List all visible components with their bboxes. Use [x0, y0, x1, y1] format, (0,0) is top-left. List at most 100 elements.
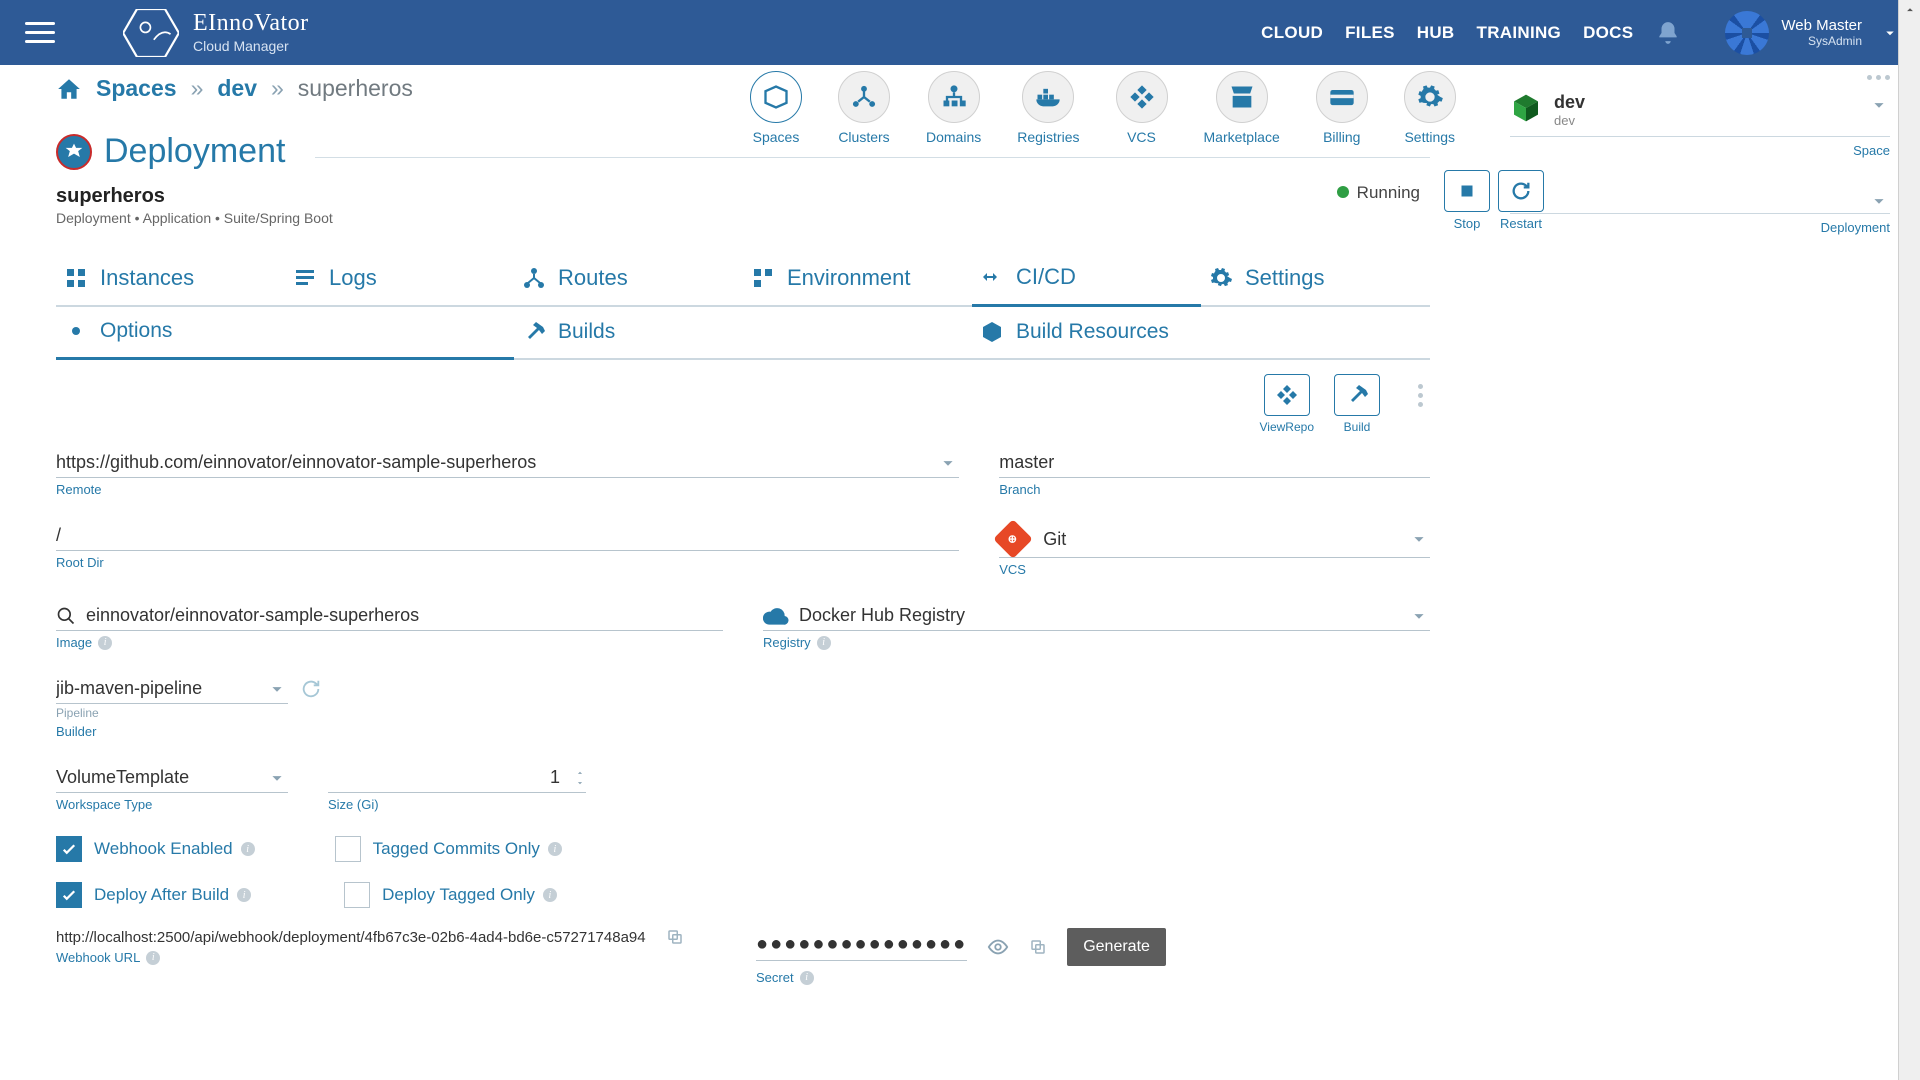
view-repo-button[interactable]: ViewRepo: [1260, 374, 1314, 434]
tagged-commits-label: Tagged Commits Only: [373, 839, 540, 859]
scroll-up-icon[interactable]: [1902, 2, 1918, 18]
subtab-build-resources[interactable]: Build Resources: [972, 307, 1430, 358]
iconnav-registries[interactable]: Registries: [1017, 71, 1079, 145]
image-input[interactable]: [86, 605, 723, 626]
info-icon[interactable]: i: [800, 971, 814, 985]
vcs-input[interactable]: [1043, 529, 1430, 550]
iconnav-clusters[interactable]: Clusters: [838, 71, 890, 145]
build-label: Build: [1344, 420, 1371, 434]
tab-instances[interactable]: Instances: [56, 254, 285, 305]
info-icon[interactable]: i: [98, 636, 112, 650]
stepper-up-icon[interactable]: [574, 768, 586, 778]
more-icon[interactable]: [1867, 75, 1890, 80]
info-icon[interactable]: i: [543, 888, 557, 902]
subtab-options[interactable]: Options: [56, 307, 514, 360]
tab-environment[interactable]: Environment: [743, 254, 972, 305]
info-icon[interactable]: i: [146, 951, 160, 965]
chevron-down-icon[interactable]: [1868, 94, 1890, 116]
nav-training[interactable]: TRAINING: [1477, 23, 1562, 43]
breadcrumb-sep: »: [191, 75, 204, 102]
side-space-tag: Space: [1510, 143, 1890, 158]
window-scrollbar[interactable]: [1898, 0, 1920, 1080]
tab-logs-label: Logs: [329, 265, 377, 291]
deployment-name: superheros: [56, 185, 1430, 208]
restart-label: Restart: [1500, 216, 1542, 231]
info-icon[interactable]: i: [241, 842, 255, 856]
chevron-down-icon[interactable]: [266, 678, 288, 700]
user-menu[interactable]: Web Master SysAdmin: [1725, 11, 1900, 55]
size-label: Size (Gi): [328, 797, 586, 812]
chevron-down-icon[interactable]: [937, 452, 959, 474]
iconnav-billing[interactable]: Billing: [1316, 71, 1368, 145]
builder-label: Builder: [56, 724, 288, 739]
tab-logs[interactable]: Logs: [285, 254, 514, 305]
webhook-url-label: Webhook URL: [56, 950, 140, 965]
iconnav-marketplace[interactable]: Marketplace: [1204, 71, 1280, 145]
tab-cicd[interactable]: CI/CD: [972, 254, 1201, 307]
breadcrumb-spaces[interactable]: Spaces: [96, 75, 177, 102]
registry-input[interactable]: [799, 605, 1430, 626]
breadcrumb-space[interactable]: dev: [217, 75, 257, 102]
image-label: Image: [56, 635, 92, 650]
hamburger-menu[interactable]: [25, 13, 65, 53]
home-icon[interactable]: [56, 76, 82, 102]
deploy-after-build-checkbox[interactable]: [56, 882, 82, 908]
pipeline-input[interactable]: [56, 678, 288, 699]
refresh-icon[interactable]: [300, 678, 322, 700]
brand-logo[interactable]: EInnoVator Cloud Manager: [123, 9, 309, 57]
side-deployment-card[interactable]: [1510, 180, 1890, 214]
root-dir-input[interactable]: [56, 525, 959, 546]
iconnav-vcs[interactable]: VCS: [1116, 71, 1168, 145]
tab-settings-label: Settings: [1245, 265, 1325, 291]
size-input[interactable]: [328, 767, 560, 788]
stepper-down-icon[interactable]: [574, 778, 586, 788]
nav-cloud[interactable]: CLOUD: [1261, 23, 1323, 43]
branch-input[interactable]: [999, 452, 1430, 473]
more-actions-icon[interactable]: [1410, 384, 1430, 407]
chevron-down-icon[interactable]: [1408, 605, 1430, 627]
info-icon[interactable]: i: [548, 842, 562, 856]
generate-button[interactable]: Generate: [1067, 928, 1166, 966]
tab-routes[interactable]: Routes: [514, 254, 743, 305]
status-text: Running: [1357, 183, 1420, 202]
info-icon[interactable]: i: [237, 888, 251, 902]
iconnav-spaces[interactable]: Spaces: [750, 71, 802, 145]
webhook-enabled-checkbox[interactable]: [56, 836, 82, 862]
iconnav-domains-label: Domains: [926, 129, 981, 145]
subtab-builds[interactable]: Builds: [514, 307, 972, 358]
chevron-down-icon[interactable]: [1408, 528, 1430, 550]
brand-subtitle: Cloud Manager: [193, 38, 309, 54]
info-icon[interactable]: i: [817, 636, 831, 650]
side-deployment-tag: Deployment: [1510, 220, 1890, 235]
restart-button[interactable]: Restart: [1498, 170, 1544, 231]
workspace-type-input[interactable]: [56, 767, 288, 788]
vcs-label: VCS: [999, 562, 1430, 577]
tab-environment-label: Environment: [787, 265, 911, 291]
deployment-badge-icon: [56, 134, 92, 170]
branch-label: Branch: [999, 482, 1430, 497]
copy-icon[interactable]: [666, 928, 684, 946]
tab-settings[interactable]: Settings: [1201, 254, 1430, 305]
side-space-sub: dev: [1554, 113, 1585, 128]
copy-icon[interactable]: [1029, 938, 1047, 956]
eye-icon[interactable]: [987, 936, 1009, 958]
nav-docs[interactable]: DOCS: [1583, 23, 1633, 43]
nav-files[interactable]: FILES: [1345, 23, 1395, 43]
iconnav-settings[interactable]: Settings: [1404, 71, 1456, 145]
chevron-down-icon[interactable]: [1868, 190, 1890, 212]
nav-hub[interactable]: HUB: [1417, 23, 1455, 43]
pipeline-sublabel: Pipeline: [56, 706, 288, 720]
iconnav-domains[interactable]: Domains: [926, 71, 981, 145]
build-button[interactable]: Build: [1334, 374, 1380, 434]
deploy-tagged-checkbox[interactable]: [344, 882, 370, 908]
iconnav-registries-label: Registries: [1017, 129, 1079, 145]
side-space-card[interactable]: dev dev: [1510, 84, 1890, 137]
bell-icon[interactable]: [1655, 20, 1681, 46]
stop-button[interactable]: Stop: [1444, 170, 1490, 231]
webhook-url-value: http://localhost:2500/api/webhook/deploy…: [56, 929, 646, 946]
webhook-enabled-label: Webhook Enabled: [94, 839, 233, 859]
tagged-commits-checkbox[interactable]: [335, 836, 361, 862]
chevron-down-icon[interactable]: [266, 767, 288, 789]
deploy-tagged-label: Deploy Tagged Only: [382, 885, 535, 905]
remote-input[interactable]: [56, 452, 959, 473]
